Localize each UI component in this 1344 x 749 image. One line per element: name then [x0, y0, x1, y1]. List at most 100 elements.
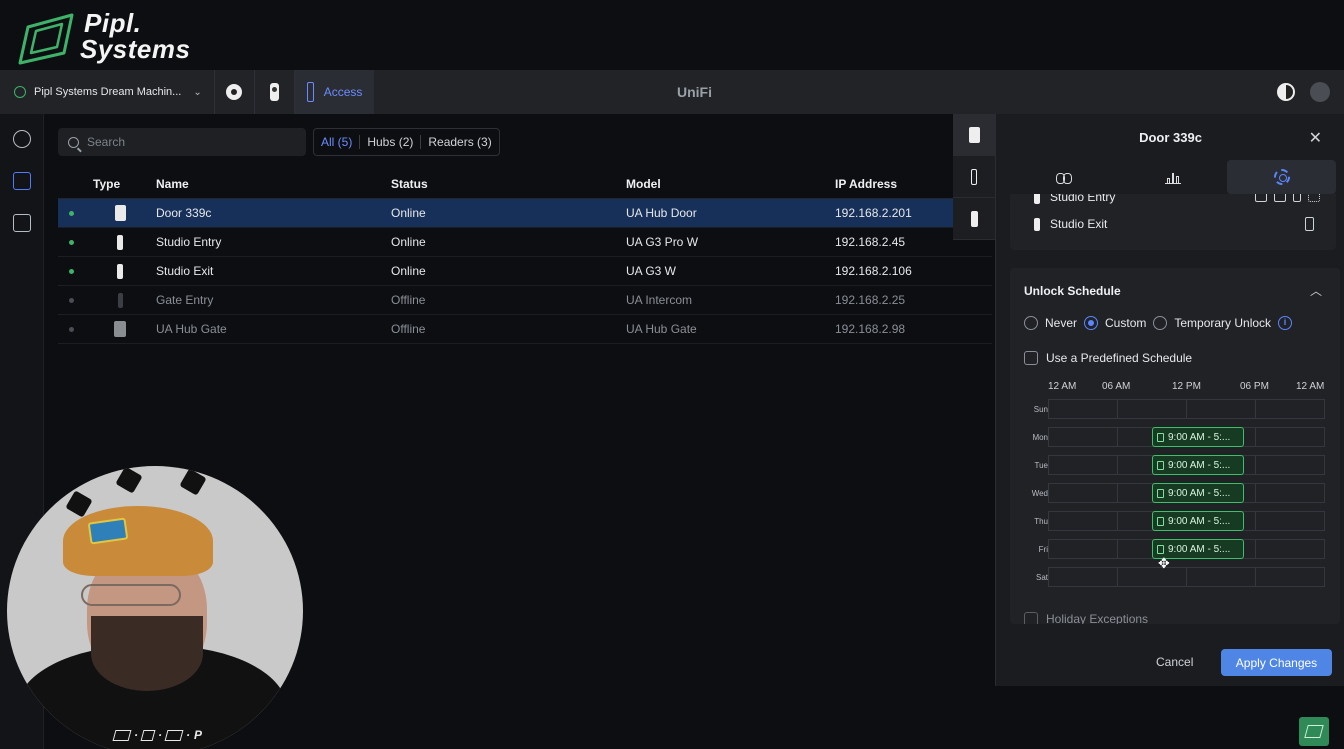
filter-readers[interactable]: Readers (3): [420, 135, 498, 149]
avatar[interactable]: [1310, 82, 1330, 102]
schedule-cell[interactable]: [1048, 511, 1118, 531]
top-nav-bar: Pipl Systems Dream Machin... ⌄ Access Un…: [0, 70, 1344, 114]
apply-changes-button[interactable]: Apply Changes: [1221, 649, 1332, 676]
schedule-cell[interactable]: [1048, 455, 1118, 475]
reader-device-icon: [117, 263, 123, 279]
schedule-block[interactable]: 9:00 AM - 5:...: [1152, 483, 1244, 503]
device-name: Studio Entry: [156, 235, 222, 249]
radio-never-label: Never: [1045, 316, 1078, 330]
device-ip: 192.168.2.25: [835, 293, 906, 307]
door-icon: [1157, 544, 1164, 554]
reader-name: Studio Exit: [1050, 217, 1108, 231]
tab-statistics[interactable]: [1119, 160, 1228, 194]
schedule-block[interactable]: 9:00 AM - 5:...: [1152, 455, 1244, 475]
binoculars-icon: [1056, 171, 1073, 184]
schedule-cell[interactable]: [1256, 539, 1325, 559]
access-policies-icon[interactable]: [13, 214, 31, 232]
table-row[interactable]: UA Hub Gate Offline UA Hub Gate 192.168.…: [58, 315, 992, 344]
holiday-exceptions-checkbox[interactable]: [1024, 612, 1038, 624]
theme-toggle-icon[interactable]: [1277, 83, 1295, 101]
device-ip: 192.168.2.106: [835, 264, 912, 278]
devices-icon[interactable]: [13, 172, 31, 190]
schedule-block[interactable]: 9:00 AM - 5:...: [1152, 427, 1244, 447]
schedule-cells[interactable]: 9:00 AM - 5:...: [1048, 483, 1325, 503]
column-header-name[interactable]: Name: [156, 177, 391, 191]
radio-never[interactable]: [1024, 316, 1038, 330]
device-model: UA Intercom: [626, 293, 693, 307]
tab-settings[interactable]: [1227, 160, 1337, 194]
protect-app-button[interactable]: [215, 70, 255, 114]
access-app-label: Access: [323, 85, 363, 99]
schedule-cells[interactable]: 9:00 AM - 5:...: [1048, 455, 1325, 475]
table-row[interactable]: Studio Entry Online UA G3 Pro W 192.168.…: [58, 228, 992, 257]
schedule-cell[interactable]: [1048, 399, 1118, 419]
info-icon[interactable]: i: [1278, 316, 1293, 330]
tab-overview[interactable]: [1010, 160, 1119, 194]
schedule-cell[interactable]: [1048, 483, 1118, 503]
device-name: UA Hub Gate: [156, 322, 227, 336]
filter-hubs[interactable]: Hubs (2): [359, 135, 420, 149]
day-label: Tue: [1034, 461, 1049, 470]
close-icon[interactable]: ✕: [1309, 128, 1322, 148]
table-row[interactable]: Door 339c Online UA Hub Door 192.168.2.2…: [58, 199, 992, 228]
schedule-block[interactable]: 9:00 AM - 5:...: [1152, 511, 1244, 531]
strip-item-reader-2[interactable]: [953, 198, 995, 240]
schedule-cells[interactable]: 9:00 AM - 5:...: [1048, 427, 1325, 447]
site-selector[interactable]: Pipl Systems Dream Machin... ⌄: [0, 70, 215, 114]
schedule-block-label: 9:00 AM - 5:...: [1168, 459, 1231, 471]
status-dot-icon: [68, 210, 74, 216]
schedule-cells[interactable]: 9:00 AM - 5:...: [1048, 539, 1325, 559]
chevron-up-icon[interactable]: ︿: [1310, 282, 1322, 299]
table-row[interactable]: Studio Exit Online UA G3 W 192.168.2.106: [58, 257, 992, 286]
schedule-cell[interactable]: [1048, 567, 1118, 587]
reader-device-icon: [971, 168, 977, 185]
intercom-device-icon: [269, 83, 279, 101]
schedule-cell[interactable]: [1048, 539, 1118, 559]
schedule-cell[interactable]: [1048, 427, 1118, 447]
filter-all[interactable]: All (5): [314, 135, 359, 149]
device-model: UA G3 W: [626, 264, 677, 278]
schedule-cell[interactable]: [1256, 427, 1325, 447]
schedule-cell[interactable]: [1256, 511, 1325, 531]
holiday-exceptions-option[interactable]: Holiday Exceptions: [1024, 612, 1148, 624]
radio-custom[interactable]: [1084, 316, 1099, 330]
decor-shape: [179, 468, 207, 496]
schedule-cells[interactable]: [1048, 399, 1325, 419]
cancel-button[interactable]: Cancel: [1156, 655, 1193, 669]
hour-label: 12 AM: [1296, 381, 1325, 392]
device-status: Offline: [391, 293, 426, 307]
schedule-day-row: Fri 9:00 AM - 5:...: [1010, 536, 1340, 564]
schedule-cell[interactable]: [1256, 399, 1325, 419]
table-row[interactable]: Gate Entry Offline UA Intercom 192.168.2…: [58, 286, 992, 315]
strip-item-reader-1[interactable]: [953, 156, 995, 198]
column-header-type[interactable]: Type: [84, 177, 156, 191]
schedule-cell[interactable]: [1118, 567, 1187, 587]
brand-line-1: Pipl.: [84, 8, 142, 38]
mobile-unlock-icon[interactable]: [1305, 217, 1314, 231]
section-title: Unlock Schedule: [1024, 284, 1121, 298]
strip-item-hub[interactable]: [953, 114, 995, 156]
app-root: Pipl. Systems Pipl Systems Dream Machin.…: [0, 0, 1344, 749]
radio-temporary-unlock[interactable]: [1153, 316, 1168, 330]
dashboard-icon[interactable]: [13, 130, 31, 148]
schedule-cell[interactable]: [1256, 567, 1325, 587]
schedule-cell[interactable]: [1187, 399, 1256, 419]
predefined-schedule-checkbox[interactable]: [1024, 351, 1038, 365]
hour-label: 12 AM: [1048, 381, 1077, 392]
schedule-cell[interactable]: [1256, 483, 1325, 503]
schedule-cells[interactable]: 9:00 AM - 5:...: [1048, 511, 1325, 531]
list-item[interactable]: Studio Exit: [1034, 217, 1107, 231]
webcam-overlay: [7, 466, 303, 749]
schedule-cells[interactable]: [1048, 567, 1325, 587]
predefined-schedule-option[interactable]: Use a Predefined Schedule: [1024, 351, 1192, 365]
schedule-cell[interactable]: [1256, 455, 1325, 475]
search-input[interactable]: [87, 135, 287, 149]
column-header-model[interactable]: Model: [626, 177, 835, 191]
schedule-cell[interactable]: [1187, 567, 1256, 587]
schedule-day-row: Sun: [1010, 396, 1340, 424]
decor-shape: [115, 466, 143, 494]
talk-app-button[interactable]: [255, 70, 295, 114]
access-app-tab[interactable]: Access: [294, 70, 375, 114]
column-header-status[interactable]: Status: [391, 177, 626, 191]
schedule-cell[interactable]: [1118, 399, 1187, 419]
